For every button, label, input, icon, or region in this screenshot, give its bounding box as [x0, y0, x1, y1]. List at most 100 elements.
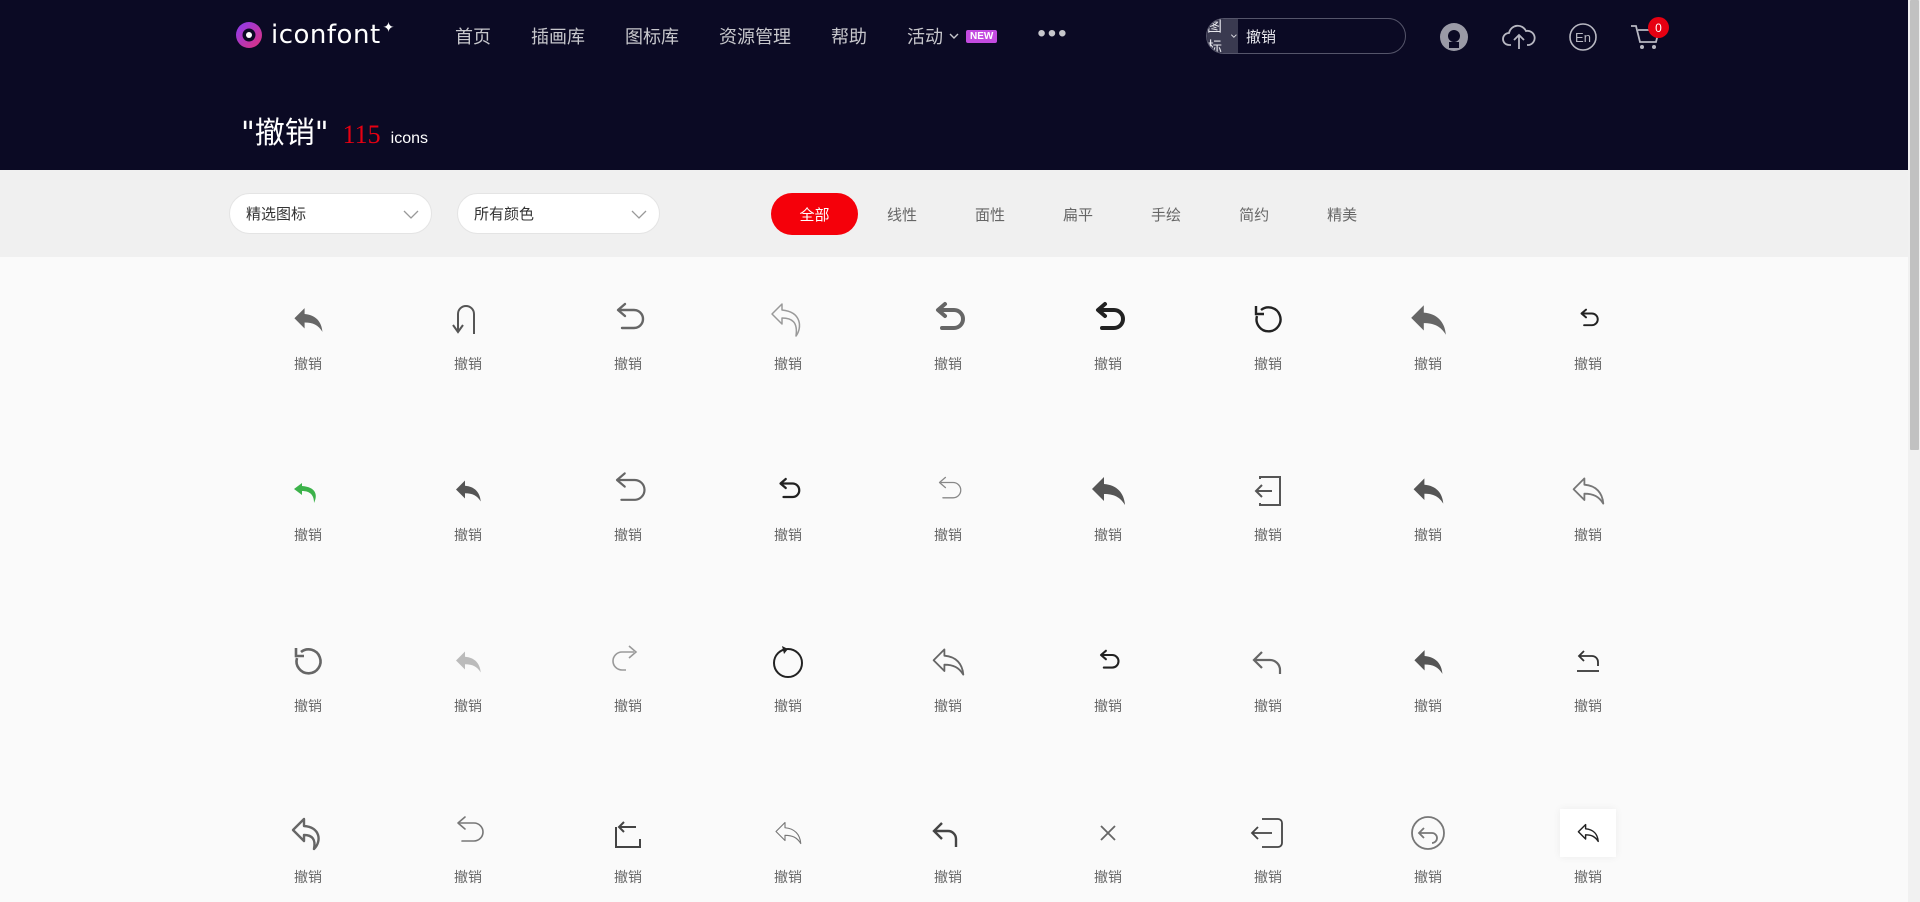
icon-card[interactable]: 撤销: [408, 809, 528, 902]
reply-big-filled-icon: [1092, 477, 1125, 505]
icon-card[interactable]: 撤销: [1368, 638, 1488, 768]
icon-label: 撤销: [1574, 869, 1602, 885]
reply-filled-gray-icon: [1414, 650, 1443, 674]
nav-item-resources[interactable]: 资源管理: [719, 23, 791, 49]
icon-label: 撤销: [774, 869, 802, 885]
tab-handdrawn[interactable]: 手绘: [1122, 193, 1210, 235]
icon-card[interactable]: 撤销: [248, 467, 368, 597]
search-type-select[interactable]: 图标: [1207, 18, 1239, 54]
icon-card[interactable]: 撤销: [1368, 809, 1488, 902]
nav-item-activities[interactable]: 活动 NEW: [907, 23, 998, 49]
color-filter-dropdown[interactable]: 所有颜色: [457, 193, 660, 234]
icon-preview: [280, 638, 336, 686]
style-tabs: 全部 线性 面性 扁平 手绘 简约 精美: [771, 193, 1386, 235]
search-type-label: 图标: [1207, 18, 1223, 54]
filter-bar: 精选图标 所有颜色 全部 线性 面性 扁平 手绘 简约 精美: [0, 170, 1908, 257]
nav-item-home[interactable]: 首页: [455, 23, 491, 49]
icon-card[interactable]: 撤销: [728, 467, 848, 597]
icon-preview: [920, 296, 976, 344]
icon-card[interactable]: 撤销: [408, 296, 528, 426]
tab-line[interactable]: 线性: [858, 193, 946, 235]
icon-card[interactable]: 撤销: [1368, 467, 1488, 597]
icon-card[interactable]: 撤销: [568, 296, 688, 426]
undo-bold-arrow-icon: [936, 302, 965, 330]
upload-cloud-icon[interactable]: [1502, 20, 1536, 54]
tab-fill[interactable]: 面性: [946, 193, 1034, 235]
tab-exquisite[interactable]: 精美: [1298, 193, 1386, 235]
reply-green-icon: [294, 483, 316, 503]
more-menu-button[interactable]: •••: [1037, 22, 1068, 46]
close-x-icon: [1100, 825, 1116, 841]
icon-card[interactable]: 撤销: [408, 467, 528, 597]
chevron-down-icon: [403, 210, 419, 219]
icon-card[interactable]: 撤销: [1208, 809, 1328, 902]
search-input[interactable]: [1238, 19, 1405, 53]
iconfont-logo-icon: [236, 22, 262, 48]
icon-card[interactable]: 撤销: [1208, 467, 1328, 597]
icon-card[interactable]: 撤销: [1528, 638, 1648, 768]
icon-card[interactable]: 撤销: [728, 809, 848, 902]
scrollbar-thumb[interactable]: [1910, 0, 1919, 450]
icon-card[interactable]: 撤销: [728, 296, 848, 426]
icon-card[interactable]: 撤销: [568, 809, 688, 902]
language-label: En: [1575, 30, 1591, 45]
tab-simple[interactable]: 简约: [1210, 193, 1298, 235]
icon-card[interactable]: 撤销: [888, 638, 1008, 768]
icon-label: 撤销: [934, 527, 962, 543]
tab-flat[interactable]: 扁平: [1034, 193, 1122, 235]
undo-arrow-icon: [616, 302, 645, 330]
icon-card[interactable]: 撤销: [1208, 638, 1328, 768]
icon-card[interactable]: 撤销: [888, 809, 1008, 902]
icon-card[interactable]: 撤销: [1528, 296, 1648, 426]
icon-card[interactable]: 撤销: [1048, 296, 1168, 426]
icon-preview: [1080, 638, 1136, 686]
brand-name: iconfont: [271, 20, 381, 50]
reply-sketch-icon: [775, 821, 802, 845]
icon-card[interactable]: 撤销: [728, 638, 848, 768]
nav-item-label: 资源管理: [719, 27, 791, 47]
icon-preview: [1400, 296, 1456, 344]
reply-large-icon: [1411, 305, 1446, 335]
icon-card[interactable]: 撤销: [248, 809, 368, 902]
nav-item-help[interactable]: 帮助: [831, 23, 867, 49]
icon-card[interactable]: 撤销: [408, 638, 528, 768]
undo-heavy-arrow-icon: [1096, 302, 1125, 330]
icon-card[interactable]: 撤销: [568, 638, 688, 768]
brand-logo[interactable]: iconfont ✦: [235, 19, 394, 50]
icon-preview: [920, 809, 976, 857]
icon-card[interactable]: 撤销: [1208, 296, 1328, 426]
reply-outline-icon: [1572, 477, 1605, 505]
icon-card[interactable]: 撤销: [1528, 809, 1648, 902]
icon-label: 撤销: [774, 527, 802, 543]
icon-preview: [1080, 467, 1136, 515]
icon-card[interactable]: 撤销: [1048, 638, 1168, 768]
icon-card[interactable]: 撤销: [1048, 467, 1168, 597]
undo-filled-arrow-icon: [294, 308, 323, 332]
icon-card[interactable]: 撤销: [1368, 296, 1488, 426]
reply-line-icon: [1252, 651, 1282, 674]
icon-preview: [440, 467, 496, 515]
icon-card[interactable]: 撤销: [248, 296, 368, 426]
search-box: 图标: [1206, 18, 1406, 54]
icon-card[interactable]: 撤销: [1048, 809, 1168, 902]
tab-all[interactable]: 全部: [771, 193, 858, 235]
icon-card[interactable]: 撤销: [1528, 467, 1648, 597]
icon-card[interactable]: 撤销: [248, 638, 368, 768]
nav-item-icon-library[interactable]: 图标库: [625, 23, 679, 49]
icon-card[interactable]: 撤销: [568, 467, 688, 597]
featured-icons-dropdown[interactable]: 精选图标: [229, 193, 432, 234]
icon-label: 撤销: [454, 527, 482, 543]
icon-label: 撤销: [1574, 356, 1602, 372]
icon-label: 撤销: [294, 356, 322, 372]
result-count: 115: [342, 120, 381, 149]
icon-preview: [280, 467, 336, 515]
dropdown-label: 精选图标: [246, 206, 307, 223]
github-icon[interactable]: [1437, 20, 1471, 54]
icon-card[interactable]: 撤销: [888, 296, 1008, 426]
language-en-icon[interactable]: En: [1566, 20, 1600, 54]
icon-preview: [1240, 467, 1296, 515]
nav-item-label: 帮助: [831, 27, 867, 47]
nav-item-illustrations[interactable]: 插画库: [531, 23, 585, 49]
icon-card[interactable]: 撤销: [888, 467, 1008, 597]
undo-wide-icon: [615, 472, 646, 501]
